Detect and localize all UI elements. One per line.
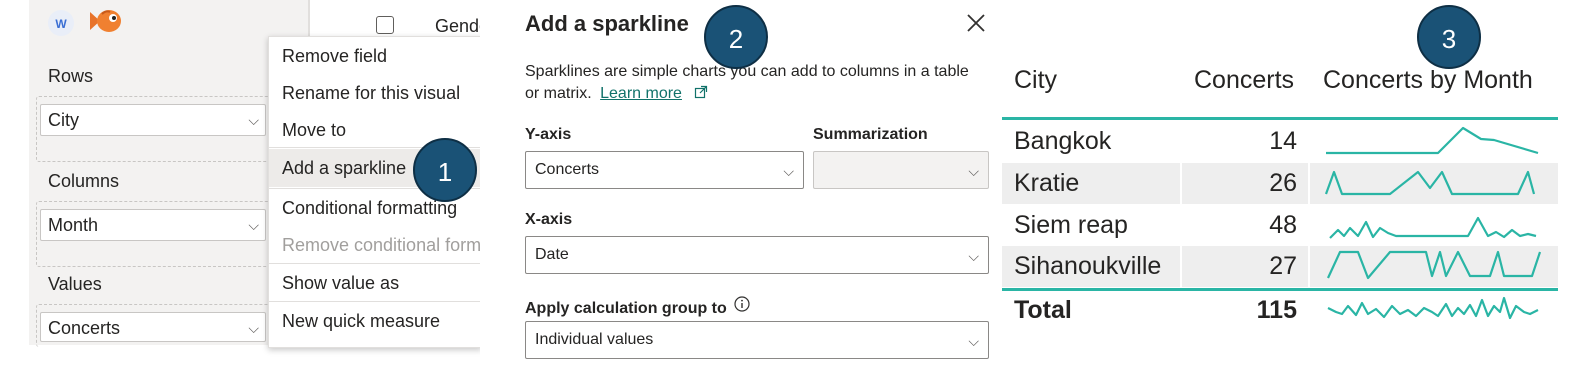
- xaxis-dropdown[interactable]: Date ⌵: [525, 236, 989, 274]
- description-text: Sparklines are simple charts you can add…: [525, 63, 969, 102]
- column-divider: [1180, 120, 1182, 288]
- add-sparkline-dialog: Add a sparkline Sparklines are simple ch…: [505, 0, 1000, 368]
- header-concerts-by-month[interactable]: Concerts by Month: [1323, 66, 1533, 95]
- dialog-description: Sparklines are simple charts you can add…: [525, 61, 980, 105]
- calc-group-label-text: Apply calculation group to: [525, 300, 727, 317]
- columns-label: Columns: [48, 171, 120, 191]
- total-label: Total: [1014, 296, 1072, 324]
- columns-field-month[interactable]: Month ⌵: [40, 209, 266, 241]
- city-cell: Bangkok: [1014, 127, 1112, 155]
- sparkline-siem-reap: [1329, 216, 1537, 239]
- menu-item-rename[interactable]: Rename for this visual: [282, 83, 460, 104]
- rows-field-city[interactable]: City ⌵: [40, 104, 266, 136]
- concerts-cell: 26: [1269, 169, 1297, 197]
- concerts-cell: 27: [1269, 252, 1297, 280]
- yaxis-dropdown[interactable]: Concerts ⌵: [525, 151, 804, 189]
- concerts-cell: 48: [1269, 211, 1297, 239]
- chevron-down-icon[interactable]: ⌵: [248, 313, 259, 343]
- values-field-concerts[interactable]: Concerts ⌵: [40, 312, 266, 342]
- chevron-down-icon: ⌵: [783, 163, 794, 179]
- header-concerts[interactable]: Concerts: [1194, 66, 1294, 95]
- calc-group-value: Individual values: [535, 331, 654, 348]
- city-cell: Siem reap: [1014, 211, 1128, 239]
- values-label: Values: [48, 274, 102, 294]
- external-link-icon[interactable]: [694, 84, 708, 99]
- menu-item-add-sparkline[interactable]: Add a sparkline: [282, 158, 406, 179]
- menu-item-remove-conditional-formatting: Remove conditional form: [282, 235, 480, 255]
- chevron-down-icon: ⌵: [968, 248, 979, 264]
- sparkline-kratie: [1324, 170, 1536, 196]
- checkbox-icon[interactable]: [376, 16, 394, 34]
- step-badge-1: 1: [413, 138, 477, 202]
- sparkline-sihanoukville: [1327, 250, 1542, 280]
- menu-separator: [269, 301, 480, 302]
- chevron-down-icon: ⌵: [968, 163, 979, 179]
- close-icon[interactable]: [965, 12, 987, 39]
- yaxis-label: Y-axis: [525, 126, 572, 143]
- fields-pane-panel: W Gende Rows City ⌵ Columns Month ⌵ Valu…: [0, 0, 480, 368]
- sparkline-bangkok: [1326, 126, 1539, 155]
- city-cell: Sihanoukville: [1014, 252, 1162, 280]
- yaxis-value: Concerts: [535, 161, 600, 178]
- sparkline-total: [1327, 296, 1539, 320]
- dialog-title: Add a sparkline: [525, 11, 689, 36]
- xaxis-label: X-axis: [525, 211, 573, 228]
- chevron-down-icon[interactable]: ⌵: [248, 210, 259, 240]
- menu-separator: [269, 263, 480, 264]
- info-icon[interactable]: [734, 296, 750, 312]
- sparklines-column: [1324, 126, 1542, 320]
- rows-label: Rows: [48, 66, 94, 86]
- step-badge-2: 2: [704, 5, 768, 69]
- calc-group-dropdown[interactable]: Individual values ⌵: [525, 321, 989, 359]
- header-city[interactable]: City: [1014, 66, 1057, 95]
- columns-field-label: Month: [48, 215, 99, 235]
- chevron-down-icon: ⌵: [968, 333, 979, 349]
- city-cell: Kratie: [1014, 169, 1080, 197]
- calc-group-label: Apply calculation group to: [525, 296, 750, 318]
- menu-item-remove-field[interactable]: Remove field: [282, 46, 387, 67]
- rows-field-label: City: [48, 110, 79, 130]
- menu-item-conditional-formatting[interactable]: Conditional formatting: [282, 198, 457, 219]
- chevron-down-icon[interactable]: ⌵: [248, 105, 259, 135]
- svg-text:W: W: [55, 17, 67, 31]
- total-concerts: 115: [1256, 296, 1297, 324]
- menu-item-move-to[interactable]: Move to: [282, 120, 346, 141]
- gender-field-label: Gende: [435, 16, 480, 36]
- fish-icon[interactable]: [88, 6, 122, 41]
- values-field-label: Concerts: [48, 318, 121, 338]
- column-divider: [1308, 120, 1310, 288]
- w-logo-icon[interactable]: W: [48, 10, 74, 36]
- xaxis-value: Date: [535, 246, 569, 263]
- summarization-label: Summarization: [813, 126, 928, 143]
- concerts-cell: 14: [1269, 127, 1297, 155]
- menu-item-show-value-as[interactable]: Show value as: [282, 273, 399, 294]
- learn-more-link[interactable]: Learn more: [600, 85, 682, 102]
- summarization-dropdown[interactable]: ⌵: [813, 151, 989, 189]
- step-badge-3: 3: [1417, 5, 1481, 69]
- menu-item-new-quick-measure[interactable]: New quick measure: [282, 311, 440, 332]
